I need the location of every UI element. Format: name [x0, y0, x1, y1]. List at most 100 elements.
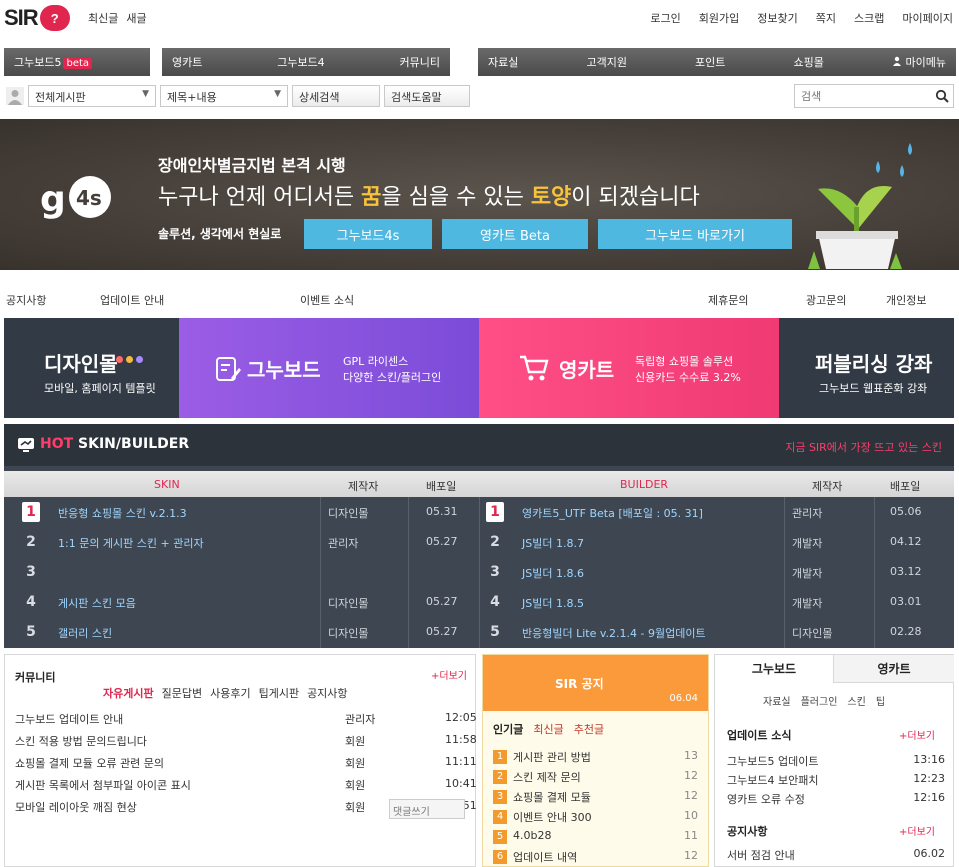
top-link-mypage[interactable]: 마이페이지 [902, 10, 953, 26]
skin-name-link[interactable]: 반응형 쇼핑몰 스킨 v.2.1.3 [58, 505, 187, 521]
hero-sub-mid: 을 심을 수 있는 [381, 185, 531, 210]
popular-item[interactable]: 4 이벤트 안내 300 10 [493, 809, 698, 825]
search-input[interactable] [795, 85, 925, 107]
top-link-latest[interactable]: 최신글 [88, 10, 118, 26]
top-link-scrap[interactable]: 스크랩 [854, 10, 884, 26]
link-ad[interactable]: 광고문의 [806, 292, 846, 308]
nav-item-resources[interactable]: 자료실 [478, 54, 528, 70]
link-privacy[interactable]: 개인정보 [886, 292, 926, 308]
skin-name-link[interactable]: 1:1 문의 게시판 스킨 + 관리자 [58, 535, 204, 551]
product-designmall[interactable]: 디자인몰 모바일, 홈페이지 템플릿 [4, 318, 179, 418]
link-notice[interactable]: 공지사항 [6, 292, 46, 308]
update-row[interactable]: 그누보드5 업데이트 13:16 [727, 753, 945, 771]
comment-button[interactable]: 댓글쓰기 [389, 799, 465, 819]
sir-notice-header[interactable]: SIR 공지 06.04 [483, 655, 708, 711]
builder-name-link[interactable]: JS빌더 1.8.5 [522, 595, 584, 611]
tab-qna[interactable]: 질문답변 [162, 685, 202, 701]
product-gnuboard[interactable]: 그누보드 GPL 라이센스 다양한 스킨/플러그인 [179, 318, 479, 418]
popular-item[interactable]: 2 스킨 제작 문의 12 [493, 769, 698, 785]
post-title[interactable]: 스킨 적용 방법 문의드립니다 [15, 733, 320, 749]
product-title: 퍼블리싱 강좌 [815, 352, 933, 376]
popular-title[interactable]: 게시판 관리 방법 [513, 749, 663, 765]
nav-item-gnuboard4[interactable]: 그누보드4 [267, 54, 334, 70]
popular-item[interactable]: 5 4.0b28 11 [493, 829, 698, 845]
nav-item-mymenu[interactable]: 마이메뉴 [882, 54, 956, 70]
sublink-skin[interactable]: 스킨 [847, 693, 865, 708]
board-select[interactable]: 전체게시판 ▼ [28, 85, 156, 107]
builder-name-link[interactable]: JS빌더 1.8.7 [522, 535, 584, 551]
post-title[interactable]: 쇼핑몰 결제 모듈 오류 관련 문의 [15, 755, 320, 771]
popular-title[interactable]: 쇼핑몰 결제 모듈 [513, 789, 663, 805]
nav-item-point[interactable]: 포인트 [685, 54, 735, 70]
post-title[interactable]: 게시판 목록에서 첨부파일 아이콘 표시 [15, 777, 320, 793]
post-row[interactable]: 게시판 목록에서 첨부파일 아이콘 표시 회원 10:41 [15, 777, 477, 795]
skin-date: 05.27 [426, 595, 458, 608]
tab-free[interactable]: 자유게시판 [103, 685, 154, 701]
post-time: 12:05 [445, 711, 477, 724]
top-link-join[interactable]: 회원가입 [699, 10, 739, 26]
popular-title[interactable]: 4.0b28 [513, 829, 663, 842]
skin-name-link[interactable]: 갤러리 스킨 [58, 625, 112, 641]
skin-name-link[interactable]: 게시판 스킨 모음 [58, 595, 136, 611]
nav-item-youngcart[interactable]: 영카트 [162, 54, 212, 70]
update-row[interactable]: 영카트 오류 수정 12:16 [727, 791, 945, 809]
product-publishing[interactable]: 퍼블리싱 강좌 그누보드 웹표준화 강좌 [779, 318, 954, 418]
tab-recommend[interactable]: 추천글 [574, 721, 604, 737]
nav-item-community[interactable]: 커뮤니티 [390, 54, 450, 70]
top-link-memo[interactable]: 쪽지 [816, 10, 836, 26]
tab-latest[interactable]: 최신글 [533, 721, 563, 737]
builder-name-link[interactable]: 영카트5_UTF Beta [배포일 : 05. 31] [522, 505, 703, 521]
notice-more-link[interactable]: +더보기 [899, 823, 935, 838]
tab-tip[interactable]: 팁게시판 [259, 685, 299, 701]
field-select[interactable]: 제목+내용 ▼ [160, 85, 288, 107]
update-row[interactable]: 서버 점검 안내 06.02 [727, 847, 945, 865]
top-link-find[interactable]: 정보찾기 [757, 10, 797, 26]
nav-item-shop[interactable]: 쇼핑몰 [784, 54, 834, 70]
tab-popular[interactable]: 인기글 [493, 721, 523, 737]
builder-name-link[interactable]: 반응형빌더 Lite v.2.1.4 - 9월업데이트 [522, 625, 706, 641]
sublink-resources[interactable]: 자료실 [763, 693, 791, 708]
community-more-link[interactable]: +더보기 [431, 667, 467, 682]
popular-title[interactable]: 업데이트 내역 [513, 849, 663, 865]
link-update[interactable]: 업데이트 안내 [100, 292, 164, 308]
site-logo[interactable]: SIR ? [4, 4, 70, 32]
popular-item[interactable]: 6 업데이트 내역 12 [493, 849, 698, 865]
tab-review[interactable]: 사용후기 [210, 685, 250, 701]
hero-button-youngcart[interactable]: 영카트 Beta [442, 219, 588, 249]
tab-gnuboard[interactable]: 그누보드 [715, 655, 833, 683]
sublink-plugin[interactable]: 플러그인 [801, 693, 838, 708]
builder-name-link[interactable]: JS빌더 1.8.6 [522, 565, 584, 581]
post-title[interactable]: 모바일 레이아웃 깨짐 현상 [15, 799, 320, 815]
builder-maker: 개발자 [792, 537, 823, 550]
nav-item-support[interactable]: 고객지원 [576, 54, 636, 70]
logo-text: SIR [4, 5, 39, 30]
sublink-tip[interactable]: 팁 [876, 693, 885, 708]
update-title[interactable]: 그누보드5 업데이트 [727, 753, 887, 769]
popular-title[interactable]: 이벤트 안내 300 [513, 809, 663, 825]
hero-button-g4s[interactable]: 그누보드4s [304, 219, 432, 249]
update-title[interactable]: 그누보드4 보안패치 [727, 772, 887, 788]
search-icon[interactable] [935, 89, 949, 103]
detail-search-button[interactable]: 상세검색 [292, 85, 380, 107]
post-row[interactable]: 쇼핑몰 결제 모듈 오류 관련 문의 회원 11:11 [15, 755, 477, 773]
post-row[interactable]: 스킨 적용 방법 문의드립니다 회원 11:58 [15, 733, 477, 751]
nav-item-gnuboard5[interactable]: 그누보드5 beta [4, 54, 102, 70]
tab-youngcart[interactable]: 영카트 [833, 655, 954, 683]
update-title[interactable]: 서버 점검 안내 [727, 847, 887, 863]
popular-item[interactable]: 1 게시판 관리 방법 13 [493, 749, 698, 765]
tab-notice[interactable]: 공지사항 [307, 685, 347, 701]
top-link-new[interactable]: 새글 [126, 10, 146, 26]
update-row[interactable]: 그누보드4 보안패치 12:23 [727, 772, 945, 790]
hero-button-shortcut[interactable]: 그누보드 바로가기 [598, 219, 792, 249]
product-youngcart[interactable]: 영카트 독립형 쇼핑몰 솔루션 신용카드 수수료 3.2% [479, 318, 779, 418]
post-row[interactable]: 그누보드 업데이트 안내 관리자 12:05 [15, 711, 477, 729]
top-link-login[interactable]: 로그인 [650, 10, 680, 26]
update-more-link[interactable]: +더보기 [899, 727, 935, 742]
update-title[interactable]: 영카트 오류 수정 [727, 791, 887, 807]
popular-title[interactable]: 스킨 제작 문의 [513, 769, 663, 785]
post-title[interactable]: 그누보드 업데이트 안내 [15, 711, 320, 727]
link-event[interactable]: 이벤트 소식 [300, 292, 354, 308]
search-help-button[interactable]: 검색도움말 [384, 85, 470, 107]
link-partner[interactable]: 제휴문의 [708, 292, 748, 308]
popular-item[interactable]: 3 쇼핑몰 결제 모듈 12 [493, 789, 698, 805]
